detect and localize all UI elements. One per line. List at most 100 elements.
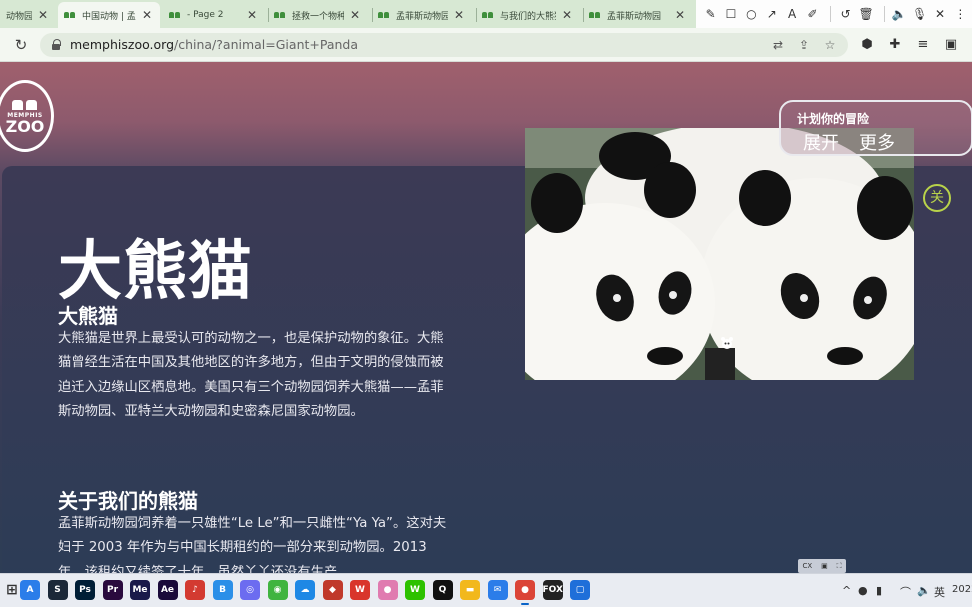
delete-icon[interactable]: 🗑 <box>857 4 874 24</box>
cursor-icon <box>720 335 734 349</box>
highlighter-icon[interactable]: ✐ <box>804 4 821 24</box>
wechat-icon[interactable]: W <box>405 580 425 600</box>
app-icon-14[interactable]: ● <box>377 580 398 600</box>
section-body-giant-panda: 大熊猫是世界上最受认可的动物之一，也是保护动物的象征。大熊猫曾经生活在中国及其他… <box>58 331 444 419</box>
clock-text[interactable]: 2022 <box>952 584 972 595</box>
bilibili-icon[interactable]: B <box>212 580 233 600</box>
address-bar: ↻ memphiszoo.org/china/?animal=Giant+Pan… <box>0 28 972 62</box>
tab-4[interactable]: 孟菲斯动物园 ✕ <box>372 2 472 28</box>
circle-icon[interactable]: ○ <box>743 4 760 24</box>
arrow-icon[interactable]: ↗ <box>763 4 780 24</box>
lock-icon[interactable] <box>52 39 61 50</box>
tab-2[interactable]: - Page 2 ✕ <box>163 2 265 28</box>
netease-music-icon[interactable]: ♪ <box>185 580 205 600</box>
app-icon-21[interactable]: ▢ <box>570 580 590 600</box>
tab-close-icon[interactable]: ✕ <box>36 8 50 22</box>
photoshop-icon[interactable]: Ps <box>75 580 95 600</box>
tray-chevron-icon[interactable]: ^ <box>842 584 851 597</box>
url-text[interactable]: memphiszoo.org/china/?animal=Giant+Panda <box>70 37 358 52</box>
logo-big-text: ZOO <box>5 116 45 136</box>
plan-widget-title: 计划你的冒险 <box>797 112 870 126</box>
tab-close-icon[interactable]: ✕ <box>245 8 259 22</box>
chrome-icon[interactable]: ● <box>515 580 535 605</box>
extension-shield-icon[interactable]: ⬢ <box>858 36 876 54</box>
memphis-zoo-favicon-icon <box>64 11 76 19</box>
page-title: 大熊猫 <box>58 235 253 309</box>
more-icon[interactable]: ⋮ <box>952 4 969 24</box>
section-heading-our-pandas: 关于我们的熊猫 <box>58 489 198 513</box>
memphis-zoo-favicon-icon <box>169 11 181 19</box>
app-icon-18[interactable]: ✉ <box>487 580 508 600</box>
app-icon-10[interactable]: ◉ <box>267 580 288 600</box>
text-icon[interactable]: A <box>783 4 800 24</box>
tab-title: 孟菲斯动物园 <box>396 11 448 22</box>
tab-title: 中国动物 | 孟 <box>82 11 136 22</box>
reading-list-icon[interactable]: ≡ <box>914 36 932 54</box>
extensions-puzzle-icon[interactable]: ✚ <box>886 36 904 54</box>
app-icon-11[interactable]: ☁ <box>295 580 315 600</box>
fox-icon[interactable]: FOX <box>542 580 563 600</box>
memphis-zoo-favicon-icon <box>274 11 286 19</box>
undo-icon[interactable]: ↺ <box>837 4 854 24</box>
wps-icon[interactable]: W <box>350 580 370 600</box>
search-app-icon[interactable]: A <box>20 580 40 600</box>
tab-title: 与我们的大熊猫 <box>500 11 556 22</box>
file-explorer-icon[interactable]: ▬ <box>460 580 480 600</box>
premiere-icon[interactable]: Pr <box>102 580 123 600</box>
section-body-our-pandas: 孟菲斯动物园饲养着一只雄性“Le Le”和一只雌性“Ya Ya”。这对夫妇于 2… <box>58 516 447 573</box>
tab-5[interactable]: 与我们的大熊猫 ✕ <box>476 2 580 28</box>
bookmark-star-icon[interactable]: ☆ <box>822 37 838 53</box>
tab-6[interactable]: 孟菲斯动物园 ✕ <box>583 2 693 28</box>
side-panel-icon[interactable]: ▣ <box>942 36 960 54</box>
url-domain: memphiszoo.org <box>70 37 174 52</box>
tab-close-icon[interactable]: ✕ <box>348 8 362 22</box>
tab-0[interactable]: 动物园官方 ✕ <box>0 2 56 28</box>
memphis-zoo-favicon-icon <box>589 11 601 19</box>
more-link[interactable]: 更多 <box>859 129 895 155</box>
wifi-icon[interactable]: ⌒ <box>900 584 911 600</box>
media-encoder-icon[interactable]: Me <box>130 580 150 600</box>
mini-toolbar-box-icon[interactable]: ▣ <box>821 562 828 570</box>
volume-icon[interactable]: 🔈 <box>917 584 931 597</box>
floating-mini-toolbar[interactable]: CX ▣ ⛶ <box>798 559 846 573</box>
steam-icon[interactable]: S <box>47 580 68 600</box>
tray-app-icon[interactable]: ● <box>858 584 868 597</box>
close-toggle-icon[interactable]: 关 <box>923 184 951 212</box>
share-icon[interactable]: ⇪ <box>796 37 812 53</box>
close-icon[interactable]: ✕ <box>931 4 948 24</box>
memphis-zoo-favicon-icon <box>482 11 494 19</box>
input-method-icon[interactable]: 英 <box>934 584 945 600</box>
reload-icon[interactable]: ↻ <box>12 36 30 54</box>
mini-toolbar-fullscreen-icon[interactable]: ⛶ <box>837 562 842 571</box>
tab-1[interactable]: 中国动物 | 孟 ✕ <box>58 2 160 28</box>
windows-start-icon[interactable]: ⊞ <box>2 580 22 600</box>
microphone-icon[interactable]: 🎙 <box>911 4 928 24</box>
tab-close-icon[interactable]: ✕ <box>452 8 466 22</box>
logo-mark-icon <box>10 98 40 110</box>
tray-battery-icon[interactable]: ▮ <box>876 584 882 597</box>
speaker-icon[interactable]: 🔈 <box>891 4 908 24</box>
tab-close-icon[interactable]: ✕ <box>673 8 687 22</box>
section-heading-giant-panda: 大熊猫 <box>58 304 118 328</box>
url-path: /china/?animal=Giant+Panda <box>174 37 359 52</box>
taskbar: ⊞ A S Ps Pr Me Ae ♪ B ◎ ◉ ☁ ◆ W ● W Q ▬ ✉ ● FOX ▢ ^ ● ▮ ⌒ 🔈 … <box>0 573 972 607</box>
mini-toolbar-cx[interactable]: CX <box>802 562 812 570</box>
pen-icon[interactable]: ✎ <box>702 4 719 24</box>
qq-icon[interactable]: Q <box>432 580 453 600</box>
tab-close-icon[interactable]: ✕ <box>560 8 574 22</box>
tab-strip: 动物园官方 ✕ 中国动物 | 孟 ✕ - Page 2 ✕ 拯救一个物种 ✕ 孟… <box>0 0 972 28</box>
after-effects-icon[interactable]: Ae <box>157 580 178 600</box>
app-icon-12[interactable]: ◆ <box>322 580 343 600</box>
omnibox[interactable]: memphiszoo.org/china/?animal=Giant+Panda… <box>40 33 848 57</box>
tab-3[interactable]: 拯救一个物种 ✕ <box>268 2 368 28</box>
rectangle-icon[interactable]: ☐ <box>722 4 739 24</box>
tab-close-icon[interactable]: ✕ <box>140 8 154 22</box>
memphis-zoo-logo[interactable]: MEMPHIS ZOO <box>0 80 54 152</box>
web-page: MEMPHIS ZOO 大熊猫 大熊猫 大熊猫是世界上最受认可的动物之一，也是保… <box>0 62 972 573</box>
annotation-toolbar: ✎ ☐ ○ ↗ A ✐ ↺ 🗑 🔈 🎙 ✕ ⋮ <box>696 0 972 28</box>
tab-title: - Page 2 <box>187 10 224 20</box>
plan-adventure-widget[interactable]: 计划你的冒险 展开 更多 <box>779 100 972 156</box>
translate-icon[interactable]: ⇄ <box>770 37 786 53</box>
app-icon-9[interactable]: ◎ <box>240 580 260 600</box>
expand-link[interactable]: 展开 <box>803 129 839 155</box>
